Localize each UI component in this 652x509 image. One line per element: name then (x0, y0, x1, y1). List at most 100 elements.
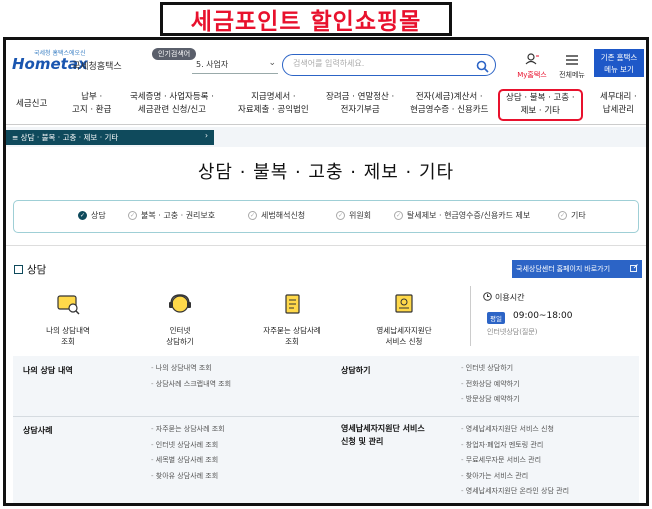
quick-link-faq-cases[interactable]: 자주묻는 상담사례 조회 (252, 293, 332, 347)
gnb-item-label: 세금관련 신청/신고 (137, 105, 207, 115)
gnb-item-certificates[interactable]: 국세증명 · 사업자등록 · 세금관련 신청/신고 (130, 91, 214, 117)
list-cases: 자주묻는 상담사례 조회 인터넷 상담사례 조회 세목별 상담사례 조회 찾아유… (151, 422, 225, 484)
quick-link-small-taxpayer[interactable]: 영세납세자지원단 서비스 신청 (364, 293, 444, 347)
quick-link-online-consult[interactable]: 인터넷상담하기 (140, 293, 220, 347)
hours-title-label: 이용시간 (495, 293, 525, 302)
gnb-item-label: 전자(세금)계산서 · (415, 92, 483, 102)
tab-label: 상담 (91, 211, 106, 220)
row-head-consult: 상담하기 (341, 366, 371, 375)
certificate-icon (364, 293, 444, 319)
quick-link-line1: 자주묻는 상담사례 (263, 326, 321, 335)
gnb-item-payment[interactable]: 납부 · 고지 · 환급 (72, 91, 111, 117)
gnb-item-consultation[interactable]: 상담 · 불복 · 고충 · 제보 · 기타 (498, 89, 583, 121)
list-item[interactable]: 나의 상담내역 조회 (151, 361, 231, 377)
list-item[interactable]: 전화상담 예약하기 (461, 377, 520, 393)
quick-link-line2: 상담하기 (166, 337, 194, 346)
popular-keyword-select[interactable]: 5. 사업자 ⌄ (192, 56, 278, 74)
breadcrumb-label: 상담 · 불복 · 고충 · 제보 · 기타 (20, 133, 119, 142)
list-item[interactable]: 찾아유 상담사례 조회 (151, 469, 225, 485)
check-circle-icon: ✓ (128, 211, 137, 220)
tab-consultation[interactable]: ✓ 상담 (78, 210, 106, 221)
quick-link-label: 나의 상담내역 조회 (28, 325, 108, 347)
gnb-item-label: 자료제출 · 공익법인 (238, 105, 309, 115)
gnb-item-label: 제보 · 기타 (520, 106, 560, 116)
hamburger-menu-icon (566, 50, 578, 69)
gnb-item-label: 현금영수증 · 신용카드 (410, 105, 489, 115)
page-title: 상담 · 불복 · 고충 · 제보 · 기타 (197, 162, 455, 183)
breadcrumb-bar: ≡ 상담 · 불복 · 고충 · 제보 · 기타 › (6, 127, 646, 147)
search-icon[interactable] (476, 58, 489, 77)
section-square-icon (14, 265, 23, 274)
search-input[interactable] (293, 59, 463, 68)
list-item[interactable]: 찾아가는 서비스 관리 (461, 469, 569, 485)
row-head-line1: 영세납세자지원단 서비스 (341, 424, 425, 433)
chevron-down-icon: ⌄ (268, 58, 276, 68)
list-item[interactable]: 영세납세자지원단 서비스 신청 (461, 422, 569, 438)
list-item[interactable]: 자주묻는 상담사례 조회 (151, 422, 225, 438)
quick-link-line2: 서비스 신청 (385, 337, 423, 346)
gnb-item-e-invoice[interactable]: 전자(세금)계산서 · 현금영수증 · 신용카드 (410, 91, 489, 117)
gnb-item-label: 국세증명 · 사업자등록 · (130, 92, 214, 102)
tab-label: 위원회 (349, 211, 372, 220)
list-item[interactable]: 방문상담 예약하기 (461, 392, 520, 408)
tab-label: 세법해석신청 (261, 211, 306, 220)
gnb-item-incentives[interactable]: 장려금 · 연말정산 · 전자기부금 (326, 91, 394, 117)
gnb-item-tax-filing[interactable]: 세금신고 (16, 98, 47, 111)
section-title: 상담 (27, 264, 47, 276)
list-item[interactable]: 세목별 상담사례 조회 (151, 453, 225, 469)
quick-link-label: 영세납세자지원단 서비스 신청 (364, 325, 444, 347)
hometax-logo[interactable]: 국세청 홈택스에오신 Hometax 국세청홈택스 (12, 48, 122, 78)
tab-etc[interactable]: ✓ 기타 (558, 210, 586, 221)
logo-korean: 국세청홈택스 (72, 62, 122, 72)
promo-banner-text: 세금포인트 할인쇼핑몰 (190, 9, 422, 35)
service-link-table: 나의 상담 내역 나의 상담내역 조회 상담사례 스크랩내역 조회 상담하기 인… (13, 356, 639, 503)
quick-link-line2: 조회 (61, 337, 75, 346)
tab-tax-interpretation[interactable]: ✓ 세법해석신청 (248, 210, 305, 221)
my-hometax-button[interactable]: My홈택스 (514, 50, 550, 80)
tab-tax-report[interactable]: ✓ 탈세제보 · 현금영수증/신용카드 제보 (394, 210, 530, 221)
quick-link-label: 인터넷상담하기 (140, 325, 220, 347)
popular-keyword-value: 5. 사업자 (196, 60, 229, 69)
list-my-history: 나의 상담내역 조회 상담사례 스크랩내역 조회 (151, 361, 231, 392)
list-item[interactable]: 상담사례 스크랩내역 조회 (151, 377, 231, 393)
consultation-center-link-button[interactable]: 국세상담센터 홈페이지 바로가기 (512, 260, 642, 278)
search-box (282, 54, 496, 76)
chevron-right-icon: › (205, 131, 208, 140)
list-item[interactable]: 인터넷 상담하기 (461, 361, 520, 377)
tab-label: 불복 · 고충 · 권리보호 (141, 211, 216, 220)
section-divider (6, 245, 646, 246)
list-item[interactable]: 창업자·폐업자 멘토링 관리 (461, 438, 569, 454)
site-header: 국세청 홈택스에오신 Hometax 국세청홈택스 인기검색어 5. 사업자 ⌄… (6, 40, 646, 86)
gnb-item-label: 지급명세서 · (251, 92, 296, 102)
gnb-item-tax-agent[interactable]: 세무대리 · 납세관리 (600, 91, 637, 117)
gnb-item-statements[interactable]: 지급명세서 · 자료제출 · 공익법인 (238, 91, 309, 117)
menu-icon: ≡ (12, 133, 21, 142)
classic-menu-button[interactable]: 기존 홈택스 메뉴 보기 (594, 49, 644, 77)
my-hometax-label: My홈택스 (517, 71, 547, 79)
list-item[interactable]: 무료세무자문 서비스 관리 (461, 453, 569, 469)
full-menu-button[interactable]: 전체메뉴 (554, 50, 590, 80)
headset-icon (140, 293, 220, 319)
promo-banner: 세금포인트 할인쇼핑몰 (160, 2, 452, 36)
chat-history-icon (28, 293, 108, 319)
check-circle-icon: ✓ (248, 211, 257, 220)
gnb-item-label: 세금신고 (16, 99, 48, 109)
full-menu-label: 전체메뉴 (559, 71, 585, 79)
quick-link-line1: 인터넷 (169, 326, 191, 335)
hours-time: 09:00~18:00 (513, 311, 573, 321)
list-item[interactable]: 인터넷 상담사례 조회 (151, 438, 225, 454)
classic-menu-line1: 기존 홈택스 (600, 53, 638, 62)
breadcrumb[interactable]: ≡ 상담 · 불복 · 고충 · 제보 · 기타 › (6, 130, 214, 145)
external-link-icon (630, 264, 638, 274)
quick-link-my-history[interactable]: 나의 상담내역 조회 (28, 293, 108, 347)
list-item[interactable]: 영세납세자지원단 온라인 상담 관리 (461, 484, 569, 500)
operating-hours: 이용시간 평일 09:00~18:00 인터넷상담(질문) (470, 286, 640, 346)
browser-frame: 국세청 홈택스에오신 Hometax 국세청홈택스 인기검색어 5. 사업자 ⌄… (3, 37, 649, 506)
tab-committee[interactable]: ✓ 위원회 (336, 210, 371, 221)
row-divider (13, 416, 639, 417)
gnb-item-label: 전자기부금 (340, 105, 380, 115)
hours-title: 이용시간 (483, 292, 524, 303)
tab-appeal[interactable]: ✓ 불복 · 고충 · 권리보호 (128, 210, 215, 221)
check-circle-icon: ✓ (394, 211, 403, 220)
row-head-my-history: 나의 상담 내역 (23, 366, 73, 375)
